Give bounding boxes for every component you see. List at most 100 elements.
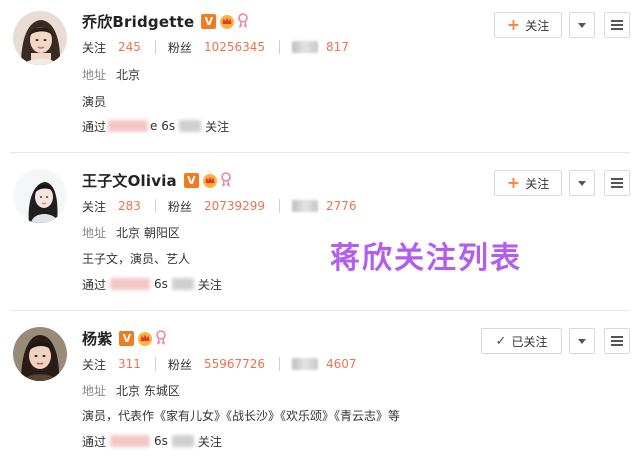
follows-count[interactable]: 283 (118, 199, 141, 213)
menu-button[interactable] (604, 12, 630, 38)
follows-count[interactable]: 311 (118, 357, 141, 371)
name-row: 杨紫 V (82, 327, 167, 349)
divider (279, 199, 281, 213)
menu-button[interactable] (604, 170, 630, 196)
stats-row: 关注 311 粉丝 55967726 4607 (82, 355, 357, 373)
via-device: 6s (154, 277, 168, 291)
location-label: 地址 (82, 225, 107, 240)
follows-label[interactable]: 关注 (82, 198, 106, 215)
ribbon-icon (238, 13, 249, 29)
more-options-dropdown[interactable] (569, 328, 595, 354)
bio-text: 演员，代表作《家有儿女》《战长沙》《欢乐颂》《青云志》等 (82, 408, 401, 423)
user-card: 乔欣Bridgette V 关注 245 粉丝 10256345 817 地址 … (0, 0, 640, 156)
follows-label[interactable]: 关注 (82, 39, 106, 56)
stats-row: 关注 245 粉丝 10256345 817 (82, 38, 349, 56)
divider (154, 40, 156, 54)
blurred-text (110, 278, 151, 290)
plus-icon: + (506, 15, 521, 34)
divider (10, 152, 630, 153)
blurred-label (292, 41, 319, 53)
name-row: 王子文Olivia V (82, 169, 232, 191)
more-options-dropdown[interactable] (569, 170, 595, 196)
user-name[interactable]: 杨紫 (82, 328, 112, 349)
verified-icon: V (201, 13, 217, 29)
overlay-caption: 蒋欣关注列表 (330, 241, 522, 276)
bio-text: 演员 (82, 94, 107, 109)
fans-count[interactable]: 20739299 (204, 199, 265, 213)
blurred-text (179, 120, 202, 132)
user-name[interactable]: 王子文Olivia (82, 170, 177, 191)
menu-icon (611, 20, 623, 30)
chevron-down-icon (578, 22, 586, 28)
follow-button[interactable]: + 关注 (494, 170, 562, 196)
follow-button-label: 关注 (525, 176, 550, 191)
avatar[interactable] (13, 327, 67, 381)
via-line: 通过 6s 关注 (82, 432, 222, 450)
location-label: 地址 (82, 67, 107, 82)
user-card: 王子文Olivia V 关注 283 粉丝 20739299 2776 地址 北… (0, 158, 640, 314)
bio-text: 王子文，演员、艺人 (82, 251, 191, 266)
fans-count[interactable]: 55967726 (204, 357, 265, 371)
check-icon: ✓ (495, 333, 507, 349)
crown-icon (138, 332, 153, 346)
via-prefix: 通过 (82, 434, 107, 449)
divider (154, 199, 156, 213)
chevron-down-icon (578, 180, 586, 186)
divider (10, 310, 630, 311)
verified-icon: V (183, 172, 199, 188)
fans-label[interactable]: 粉丝 (168, 39, 192, 56)
location-value: 北京 东城区 (116, 383, 180, 398)
bio-line: 王子文，演员、艺人 (82, 249, 190, 267)
via-prefix: 通过 (82, 277, 107, 292)
location-label: 地址 (82, 383, 107, 398)
crown-icon (202, 174, 217, 188)
user-card: 杨紫 V 关注 311 粉丝 55967726 4607 地址 北京 东城区 演… (0, 316, 640, 457)
menu-icon (611, 178, 623, 188)
blurred-text (108, 120, 149, 132)
avatar[interactable] (13, 11, 67, 65)
location-value: 北京 朝阳区 (116, 225, 180, 240)
fans-label[interactable]: 粉丝 (168, 356, 192, 373)
menu-icon (611, 336, 623, 346)
blurred-label (292, 358, 319, 370)
via-suffix: 关注 (197, 277, 222, 292)
posts-count[interactable]: 817 (326, 40, 349, 54)
fans-count[interactable]: 10256345 (204, 40, 265, 54)
user-name[interactable]: 乔欣Bridgette (82, 11, 194, 32)
posts-count[interactable]: 2776 (326, 199, 357, 213)
menu-button[interactable] (604, 328, 630, 354)
via-device: e 6s (150, 119, 176, 133)
location-line: 地址 北京 (82, 65, 140, 83)
follows-count[interactable]: 245 (118, 40, 141, 54)
avatar[interactable] (13, 169, 67, 223)
chevron-down-icon (578, 338, 586, 344)
bio-line: 演员，代表作《家有儿女》《战长沙》《欢乐颂》《青云志》等 (82, 406, 400, 424)
divider (154, 357, 156, 371)
plus-icon: + (506, 173, 521, 192)
location-value: 北京 (116, 67, 141, 82)
follow-button-label: 关注 (525, 18, 550, 33)
more-options-dropdown[interactable] (569, 12, 595, 38)
via-prefix: 通过 (82, 119, 107, 134)
via-device: 6s (154, 434, 168, 448)
bio-line: 演员 (82, 92, 106, 110)
follow-button-label: 已关注 (511, 334, 548, 349)
divider (279, 40, 281, 54)
ribbon-icon (221, 172, 231, 188)
ribbon-icon (156, 330, 167, 346)
blurred-text (171, 278, 194, 290)
via-line: 通过 6s 关注 (82, 275, 222, 293)
followed-button[interactable]: ✓ 已关注 (481, 328, 562, 354)
crown-icon (220, 15, 235, 29)
follows-label[interactable]: 关注 (82, 356, 106, 373)
via-suffix: 关注 (205, 119, 230, 134)
posts-count[interactable]: 4607 (326, 357, 357, 371)
follow-button[interactable]: + 关注 (494, 12, 562, 38)
blurred-text (171, 435, 194, 447)
via-suffix: 关注 (197, 434, 222, 449)
blurred-text (110, 435, 151, 447)
location-line: 地址 北京 朝阳区 (82, 223, 180, 241)
verified-icon: V (119, 330, 135, 346)
fans-label[interactable]: 粉丝 (168, 198, 192, 215)
name-row: 乔欣Bridgette V (82, 10, 249, 32)
